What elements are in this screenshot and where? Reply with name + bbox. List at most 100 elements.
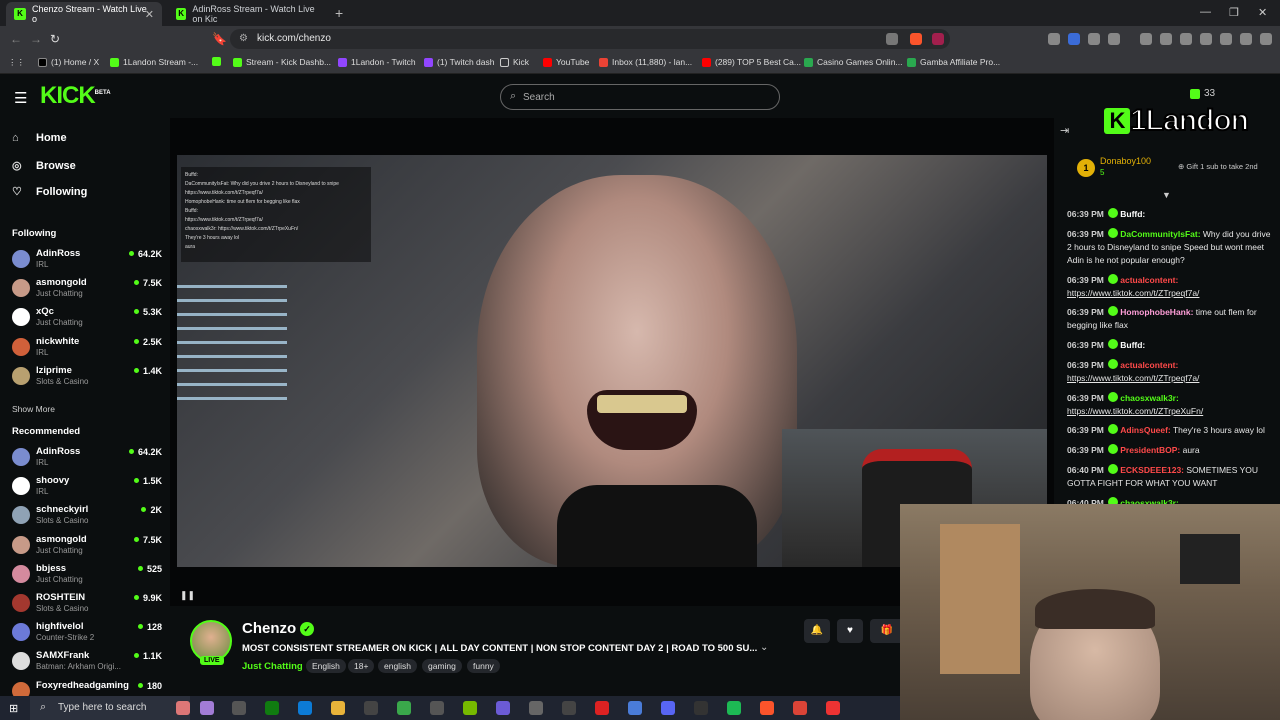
bookmark-twitch[interactable]: 1Landon - Twitch [338,57,416,67]
share-icon[interactable] [886,33,898,45]
bookmark-youtube[interactable]: YouTube [543,57,589,67]
tag-18plus[interactable]: 18+ [348,659,375,673]
notification-bell-icon[interactable]: 🔔 [804,619,830,643]
windows-start-icon[interactable]: ⊞ [9,702,18,715]
taskbar-app-icon[interactable] [496,701,510,715]
gift-icon[interactable]: 🎁 [870,619,904,643]
extension-icon[interactable] [1068,33,1080,45]
new-tab-icon[interactable]: + [335,5,343,21]
bookmark-gamba[interactable]: Gamba Affiliate Pro... [907,57,1000,67]
message-username[interactable]: ECKSDEEE123: [1120,465,1184,475]
forward-icon[interactable]: → [30,32,42,46]
gift-sub-text[interactable]: ⊕ Gift 1 sub to take 2nd [1178,162,1258,171]
message-link[interactable]: https://www.tiktok.com/t/ZTrpeqf7a/ [1067,373,1199,383]
sidebar-channel[interactable]: SAMXFrank Batman: Arkham Origi... 1.1K [12,650,162,676]
settings-icon[interactable] [364,701,378,715]
show-more-link[interactable]: Show More [12,404,55,414]
sidebar-channel[interactable]: AdinRoss IRL 64.2K [12,446,162,472]
bookmark-1landon-stream[interactable]: 1Landon Stream -... [110,57,198,67]
edge-icon[interactable] [298,701,312,715]
apps-grid-icon[interactable]: ⋮⋮ [8,57,25,68]
taskbar-app-icon[interactable] [826,701,840,715]
browser-tab-adinross[interactable]: K AdinRoss Stream - Watch Live on Kic [168,2,330,26]
sidebar-nav-browse[interactable]: ◎ Browse [12,159,76,173]
pause-icon[interactable]: ❚❚ [180,590,195,601]
message-username[interactable]: chaosxwalk3r: [1120,393,1179,403]
taskbar-search[interactable]: ⌕ Type here to search [30,696,190,720]
sidebar-channel[interactable]: Foxyredheadgaming 180 [12,680,162,696]
wallet-icon[interactable] [1200,33,1212,45]
sidebar-channel[interactable]: shoovy IRL 1.5K [12,475,162,501]
nvidia-icon[interactable] [463,701,477,715]
follow-heart-icon[interactable]: ♥ [837,619,863,643]
sidebar-channel[interactable]: highfivelol Counter-Strike 2 128 [12,621,162,647]
bookmark-x-home[interactable]: (1) Home / X [38,57,99,67]
streamer-name[interactable]: Chenzo [242,620,296,637]
brave-rewards-icon[interactable] [932,33,944,45]
sidebar-channel[interactable]: asmongold Just Chatting 7.5K [12,277,162,303]
message-username[interactable]: actualcontent: [1120,275,1178,285]
message-link[interactable]: https://www.tiktok.com/t/ZTrpeXuFn/ [1067,406,1203,416]
taskbar-app-icon[interactable] [397,701,411,715]
vpn-icon[interactable] [1240,33,1252,45]
address-bar[interactable]: ⚙ kick.com/chenzo [230,29,950,49]
taskbar-app-icon[interactable] [529,701,543,715]
message-username[interactable]: DaCommunityIsFat: [1120,229,1200,239]
task-view-icon[interactable] [232,701,246,715]
reload-icon[interactable]: ↻ [50,32,60,46]
search-input[interactable] [523,88,763,106]
tag-gaming[interactable]: gaming [422,659,462,673]
bookmark-inbox[interactable]: Inbox (11,880) - lan... [599,57,692,67]
leader-name[interactable]: Donaboy100 [1100,156,1151,166]
brave-icon[interactable] [760,701,774,715]
xbox-icon[interactable] [265,701,279,715]
taskbar-app-icon[interactable] [595,701,609,715]
extension-icon[interactable] [1220,33,1232,45]
minimize-icon[interactable]: — [1200,6,1211,18]
taskbar-app-icon[interactable] [200,701,214,715]
taskbar-app-icon[interactable] [176,701,190,715]
message-link[interactable]: https://www.tiktok.com/t/ZTrpeqf7a/ [1067,288,1199,298]
hamburger-menu-icon[interactable]: ☰ [14,89,27,107]
settings-gear-icon[interactable] [562,701,576,715]
message-username[interactable]: PresidentBOP: [1120,445,1180,455]
file-explorer-icon[interactable] [331,701,345,715]
brave-shields-icon[interactable] [910,33,922,45]
collapse-chat-icon[interactable]: ⇥ [1060,124,1069,137]
sidebar-channel[interactable]: AdinRoss IRL 64.2K [12,248,162,274]
message-username[interactable]: AdinsQueef: [1120,425,1171,435]
message-username[interactable]: Buffd: [1120,340,1145,350]
header-count[interactable]: 33 [1190,88,1215,99]
extension-icon[interactable] [1160,33,1172,45]
bookmark-kick-icon[interactable] [212,57,225,66]
taskbar-app-icon[interactable] [430,701,444,715]
chevron-down-icon[interactable]: ⌄ [760,642,768,653]
tag-funny[interactable]: funny [467,659,500,673]
bookmark-kick-folder[interactable]: Kick [500,57,529,67]
bookmark-casino[interactable]: Casino Games Onlin... [804,57,903,67]
sidebar-channel[interactable]: lziprime Slots & Casino 1.4K [12,365,162,391]
sidebar-channel[interactable]: ROSHTEIN Slots & Casino 9.9K [12,592,162,618]
tag-english-lower[interactable]: english [378,659,417,673]
download-icon[interactable] [1140,33,1152,45]
bookmark-youtube-top5[interactable]: (289) TOP 5 Best Ca... [702,57,801,67]
extensions-puzzle-icon[interactable] [1088,33,1100,45]
extension-icon[interactable] [1108,33,1120,45]
bookmark-twitch-dash[interactable]: (1) Twitch dash [424,57,494,67]
tab-close-icon[interactable]: ✕ [145,8,154,21]
bookmark-icon[interactable]: 🔖 [212,32,227,46]
browser-tab-chenzo[interactable]: K Chenzo Stream - Watch Live o ✕ [6,2,162,26]
tag-english[interactable]: English [306,659,346,673]
kick-logo[interactable]: KICKBETA [40,82,111,110]
menu-icon[interactable] [1260,33,1272,45]
back-icon[interactable]: ← [10,32,22,46]
maximize-icon[interactable]: ❐ [1229,6,1239,19]
message-username[interactable]: Buffd: [1120,209,1145,219]
chrome-icon[interactable] [793,701,807,715]
sidebar-channel[interactable]: nickwhite IRL 2.5K [12,336,162,362]
chat-expand-icon[interactable]: ▼ [1162,190,1171,200]
sidebar-channel[interactable]: schneckyirl Slots & Casino 2K [12,504,162,530]
window-close-icon[interactable]: ✕ [1258,6,1267,19]
spotify-icon[interactable] [727,701,741,715]
sidebar-channel[interactable]: bbjess Just Chatting 525 [12,563,162,589]
